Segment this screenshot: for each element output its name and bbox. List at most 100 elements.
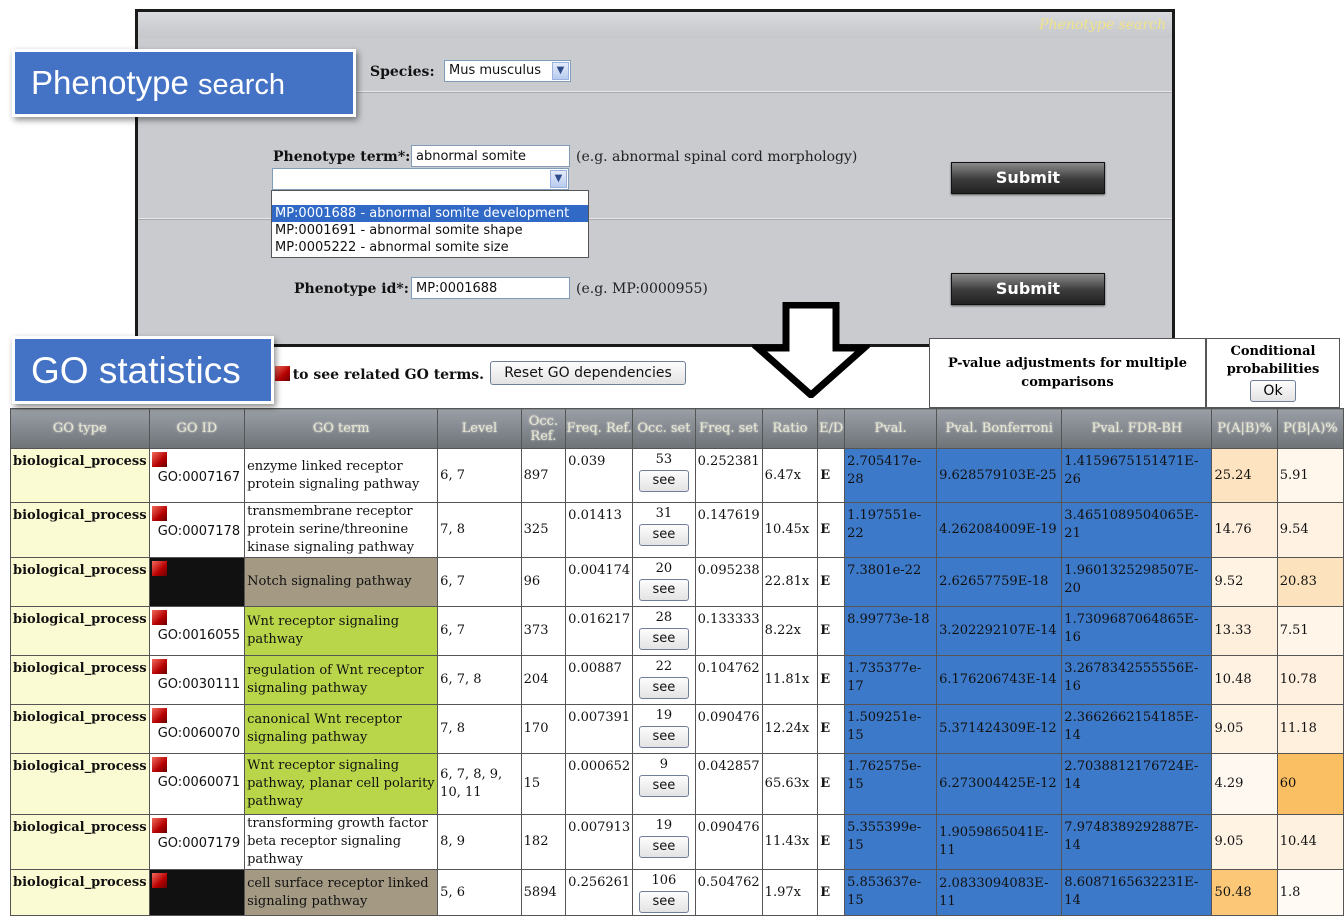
prob-b-given-a-cell: 7.51	[1276, 606, 1344, 656]
column-header[interactable]: Level	[437, 408, 522, 449]
see-button[interactable]: see	[638, 836, 689, 858]
column-header[interactable]: Freq. Ref.	[565, 408, 634, 449]
see-button[interactable]: see	[638, 470, 689, 492]
see-button[interactable]: see	[638, 775, 689, 797]
go-id-link[interactable]: GO:0007219	[152, 578, 243, 596]
prob-b-given-a-cell: 1.8	[1276, 869, 1344, 916]
prob-a-given-b-cell: 50.48	[1211, 869, 1278, 916]
autocomplete-item[interactable]: MP:0001691 - abnormal somite shape	[272, 222, 588, 239]
see-button[interactable]: see	[638, 579, 689, 601]
ok-button[interactable]: Ok	[1250, 380, 1296, 402]
related-terms-icon[interactable]	[151, 561, 167, 576]
column-header[interactable]: GO ID	[148, 408, 246, 449]
related-terms-icon[interactable]	[151, 708, 167, 723]
see-button[interactable]: see	[638, 726, 689, 748]
column-header[interactable]: GO type	[10, 408, 150, 449]
go-term-cell[interactable]: cell surface receptor linked signaling p…	[244, 869, 439, 916]
ratio-cell: 22.81x	[761, 557, 819, 607]
related-terms-icon[interactable]	[151, 873, 167, 888]
level-cell: 7, 8	[437, 704, 522, 754]
related-terms-icon[interactable]	[151, 659, 167, 674]
phenotype-term-select[interactable]: ▼	[272, 168, 569, 190]
go-id-link[interactable]: GO:0060070	[152, 725, 243, 743]
ratio-cell: 10.45x	[761, 502, 819, 558]
go-term-cell[interactable]: regulation of Wnt receptor signaling pat…	[244, 655, 439, 705]
phenotype-term-label: Phenotype term*:	[273, 149, 411, 165]
occ-set-cell: 28 see	[632, 606, 696, 656]
phenotype-id-label: Phenotype id*:	[294, 281, 409, 297]
level-cell: 6, 7, 8, 9, 10, 11	[437, 753, 522, 815]
panel-titlebar: Phenotype search	[138, 12, 1172, 38]
see-button[interactable]: see	[638, 524, 689, 546]
column-header[interactable]: GO term	[244, 408, 439, 449]
column-header[interactable]: P(A|B)%	[1211, 408, 1278, 449]
column-header[interactable]: E/D	[817, 408, 846, 449]
occ-ref-cell: 325	[520, 502, 567, 558]
prob-b-given-a-cell: 10.44	[1276, 814, 1344, 870]
enrichment-cell: E	[817, 448, 846, 503]
occ-ref-cell: 96	[520, 557, 567, 607]
go-term-cell[interactable]: transmembrane receptor protein serine/th…	[244, 502, 439, 558]
autocomplete-item[interactable]: MP:0005222 - abnormal somite size	[272, 239, 588, 256]
pval-bonferroni-cell: 6.273004425E-12	[936, 753, 1063, 815]
ratio-cell: 65.63x	[761, 753, 819, 815]
level-cell: 8, 9	[437, 814, 522, 870]
go-term-cell[interactable]: transforming growth factor beta receptor…	[244, 814, 439, 870]
column-header[interactable]: Pval. FDR-BH	[1061, 408, 1213, 449]
species-select[interactable]: Mus musculus ▼	[444, 60, 571, 82]
pval-bonferroni-cell: 2.0833094083E-11	[936, 869, 1063, 916]
occ-set-value: 28	[655, 610, 673, 625]
related-terms-icon[interactable]	[151, 610, 167, 625]
prob-a-given-b-cell: 9.52	[1211, 557, 1278, 607]
go-id-link[interactable]: GO:0007167	[152, 469, 243, 487]
prob-a-given-b-cell: 4.29	[1211, 753, 1278, 815]
go-id-link[interactable]: GO:0007178	[152, 523, 243, 541]
freq-set-cell: 0.090476	[694, 704, 763, 754]
go-id-link[interactable]: GO:0016055	[152, 627, 243, 645]
submit-id-button[interactable]: Submit	[951, 273, 1105, 305]
go-term-cell[interactable]: Notch signaling pathway	[244, 557, 439, 607]
phenotype-term-input[interactable]	[411, 145, 570, 167]
occ-ref-cell: 897	[520, 448, 567, 503]
pval-cell: 5.853637e-15	[844, 869, 938, 916]
pval-bonferroni-cell: 2.62657759E-18	[936, 557, 1063, 607]
autocomplete-blank[interactable]	[272, 191, 588, 205]
go-type-cell: biological_process	[10, 502, 150, 558]
go-term-cell[interactable]: Wnt receptor signaling pathway	[244, 606, 439, 656]
column-header[interactable]: Occ. Ref.	[520, 408, 567, 449]
column-header[interactable]: Pval. Bonferroni	[936, 408, 1063, 449]
related-terms-icon[interactable]	[151, 506, 167, 521]
go-id-link[interactable]: GO:0060071	[152, 774, 243, 792]
column-header[interactable]: Freq. set	[694, 408, 763, 449]
see-button[interactable]: see	[638, 677, 689, 699]
go-id-cell: GO:0007178	[148, 502, 246, 558]
autocomplete-item[interactable]: MP:0001688 - abnormal somite development	[272, 205, 588, 222]
occ-ref-cell: 5894	[520, 869, 567, 916]
pvalue-adjustments-label: P-value adjustments for multiple compari…	[948, 356, 1187, 390]
pval-cell: 1.509251e-15	[844, 704, 938, 754]
level-cell: 6, 7	[437, 606, 522, 656]
see-button[interactable]: see	[638, 891, 689, 913]
related-terms-icon[interactable]	[151, 452, 167, 467]
chevron-down-icon[interactable]: ▼	[550, 170, 567, 188]
go-id-link[interactable]: GO:0007179	[152, 835, 243, 853]
related-terms-icon[interactable]	[151, 757, 167, 772]
column-header[interactable]: P(B|A)%	[1276, 408, 1344, 449]
go-id-link[interactable]: GO:0007166	[152, 890, 243, 908]
go-id-link[interactable]: GO:0030111	[152, 676, 243, 694]
go-term-cell[interactable]: enzyme linked receptor protein signaling…	[244, 448, 439, 503]
column-header[interactable]: Occ. set	[632, 408, 696, 449]
go-term-cell[interactable]: canonical Wnt receptor signaling pathway	[244, 704, 439, 754]
freq-ref-cell: 0.00887	[565, 655, 634, 705]
column-header[interactable]: Pval.	[844, 408, 938, 449]
autocomplete-list: MP:0001688 - abnormal somite development…	[271, 190, 589, 258]
related-terms-icon[interactable]	[151, 818, 167, 833]
submit-term-button[interactable]: Submit	[951, 162, 1105, 194]
reset-go-dependencies-button[interactable]: Reset GO dependencies	[490, 361, 686, 385]
go-term-cell[interactable]: Wnt receptor signaling pathway, planar c…	[244, 753, 439, 815]
column-header[interactable]: Ratio	[761, 408, 819, 449]
chevron-down-icon[interactable]: ▼	[552, 62, 569, 80]
phenotype-id-input[interactable]	[411, 277, 570, 299]
see-button[interactable]: see	[638, 628, 689, 650]
go-id-cell: GO:0030111	[148, 655, 246, 705]
